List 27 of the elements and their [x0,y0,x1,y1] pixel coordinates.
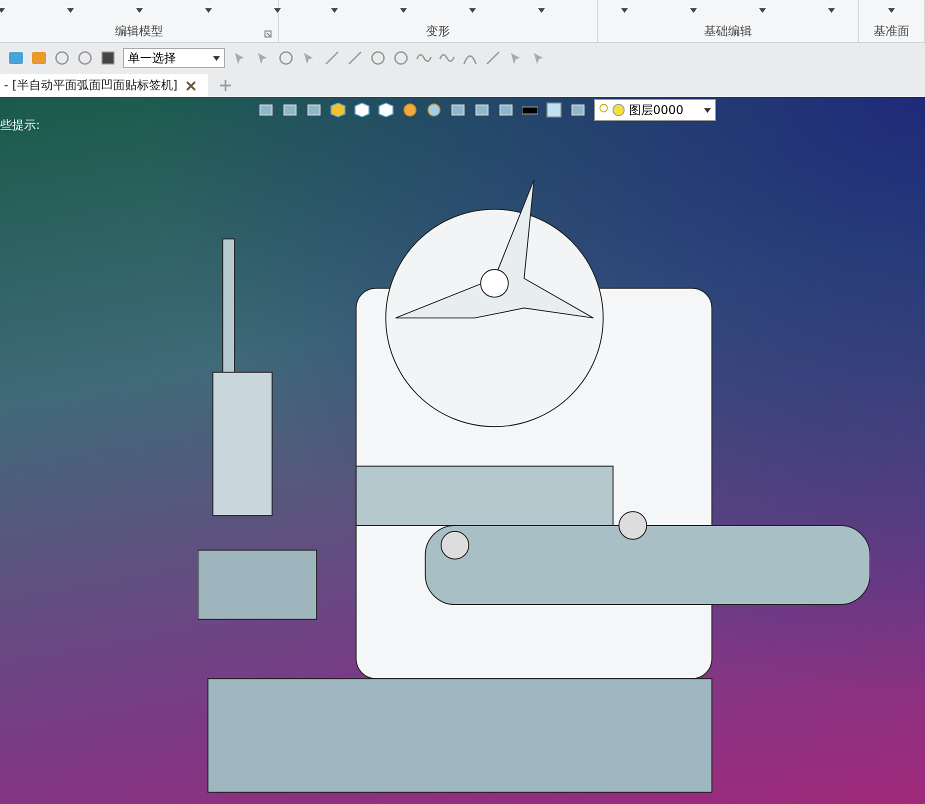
close-icon[interactable] [186,80,196,90]
square-icon[interactable] [546,102,562,118]
caret-icon[interactable] [331,8,338,13]
caret-icon[interactable] [469,8,476,13]
caret-icon[interactable] [690,8,698,13]
selection-mode-dropdown[interactable]: 单一选择 [123,48,225,68]
launcher-icon[interactable] [264,30,272,38]
square-icon[interactable] [100,50,116,66]
group-label: 基础编辑 [704,23,752,40]
group-label: 基准面 [874,23,910,40]
layer-dropdown[interactable]: 图层0000 [594,99,716,121]
hint-text: 些提示: [0,117,40,134]
caret-icon[interactable] [888,8,896,13]
dropdown-caret-icon [704,108,711,112]
caret-icon[interactable] [759,8,766,13]
dropdown-caret-icon [213,56,220,60]
caret-icon[interactable] [204,8,212,13]
caret-icon[interactable] [828,8,836,13]
document-tab[interactable]: - [半自动平面弧面凹面贴标签机] [0,74,208,97]
caret-icon[interactable] [621,8,628,13]
caret-icon[interactable] [136,8,142,13]
group-label: 变形 [426,23,450,40]
caret-icon[interactable] [274,8,280,13]
group-label: 编辑模型 [115,23,163,40]
caret-icon[interactable] [538,8,545,13]
caret-icon[interactable] [66,8,74,13]
caret-icon[interactable] [400,8,407,13]
